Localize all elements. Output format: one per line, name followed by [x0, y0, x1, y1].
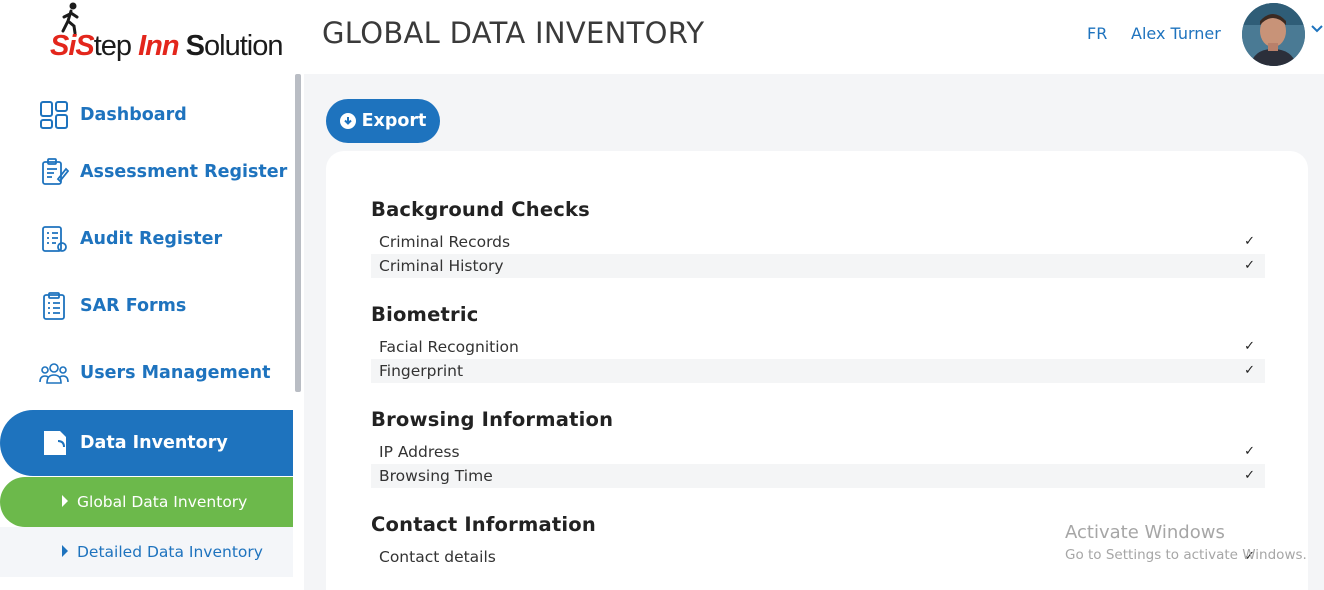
clipboard-pencil-icon	[38, 156, 70, 188]
logo-prefix: S	[50, 30, 69, 62]
check-icon: ✓	[1244, 234, 1255, 249]
inventory-row: Criminal History ✓	[371, 254, 1265, 278]
check-icon: ✓	[1244, 468, 1255, 483]
inventory-row-label: IP Address	[379, 443, 460, 461]
check-icon: ✓	[1244, 258, 1255, 273]
sidebar-subitem-label: Detailed Data Inventory	[77, 543, 263, 561]
page-title: GLOBAL DATA INVENTORY	[322, 16, 705, 50]
sidebar-item-data-inventory[interactable]: Data Inventory	[0, 410, 293, 476]
inventory-row-label: Criminal History	[379, 257, 504, 275]
inventory-row: Browsing Time ✓	[371, 464, 1265, 488]
inventory-row: IP Address ✓	[371, 440, 1265, 464]
sidebar-item-label: Users Management	[80, 363, 271, 383]
inventory-row-label: Fingerprint	[379, 362, 464, 380]
sidebar-item-sar-forms[interactable]: SAR Forms	[0, 282, 293, 330]
avatar-photo-icon	[1242, 3, 1305, 66]
users-icon	[38, 357, 70, 389]
caret-right-icon	[62, 545, 68, 557]
sidebar-scrollbar[interactable]	[295, 74, 301, 392]
sidebar-subitem-label: Global Data Inventory	[77, 493, 248, 511]
download-circle-icon	[339, 113, 356, 129]
clipboard-list-icon	[38, 290, 70, 322]
check-icon: ✓	[1244, 444, 1255, 459]
logo-step: tep	[93, 30, 139, 62]
top-header: SiStep Inn Solution GLOBAL DATA INVENTOR…	[0, 0, 1324, 74]
inventory-row-label: Browsing Time	[379, 467, 493, 485]
sidebar-item-label: Assessment Register	[80, 162, 288, 182]
dashboard-icon	[38, 99, 70, 131]
inventory-row: Facial Recognition ✓	[371, 335, 1265, 359]
section-title: Contact Information	[371, 513, 596, 536]
sidebar-item-label: SAR Forms	[80, 296, 187, 316]
logo-inn: Inn	[138, 30, 186, 62]
checklist-icon	[38, 223, 70, 255]
sidebar-item-assessment-register[interactable]: Assessment Register	[0, 148, 293, 196]
sidebar-item-audit-register[interactable]: Audit Register	[0, 215, 293, 263]
export-button[interactable]: Export	[326, 99, 440, 143]
sidebar-item-label: Audit Register	[80, 229, 223, 249]
language-switch[interactable]: FR	[1087, 24, 1107, 43]
activate-windows-subtitle: Go to Settings to activate Windows.	[1065, 547, 1307, 563]
inventory-row: Criminal Records ✓	[371, 230, 1265, 254]
inventory-row-label: Criminal Records	[379, 233, 511, 251]
check-icon: ✓	[1244, 339, 1255, 354]
sidebar-item-label: Data Inventory	[80, 433, 228, 453]
sd-card-icon	[38, 427, 70, 459]
user-name[interactable]: Alex Turner	[1131, 24, 1221, 43]
sidebar-subitem-detailed-data-inventory[interactable]: Detailed Data Inventory	[0, 527, 293, 577]
inventory-row-label: Contact details	[379, 548, 496, 566]
inventory-row-label: Facial Recognition	[379, 338, 519, 356]
chevron-down-icon[interactable]	[1310, 24, 1324, 34]
section-title: Background Checks	[371, 198, 590, 221]
logo-step-s: S	[75, 30, 94, 62]
activate-windows-title: Activate Windows	[1065, 522, 1225, 543]
sidebar-subitem-global-data-inventory[interactable]: Global Data Inventory	[0, 477, 293, 527]
caret-right-icon	[62, 495, 68, 507]
inventory-row: Fingerprint ✓	[371, 359, 1265, 383]
export-label: Export	[361, 111, 427, 131]
section-title: Biometric	[371, 303, 479, 326]
company-logo[interactable]: SiStep Inn Solution	[24, 2, 283, 72]
logo-s: S	[185, 30, 205, 62]
sidebar-item-users-management[interactable]: Users Management	[0, 349, 293, 397]
logo-solution: olution	[204, 30, 283, 62]
sidebar-item-label: Dashboard	[80, 105, 187, 125]
user-avatar[interactable]	[1242, 3, 1305, 66]
section-title: Browsing Information	[371, 408, 614, 431]
check-icon: ✓	[1244, 363, 1255, 378]
sidebar-item-dashboard[interactable]: Dashboard	[0, 91, 293, 139]
